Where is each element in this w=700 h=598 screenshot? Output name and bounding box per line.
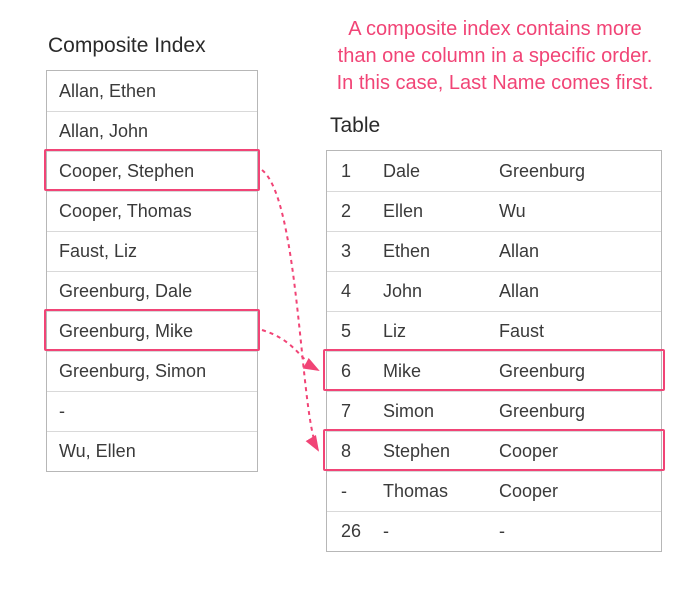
table-row: - Thomas Cooper [327,471,661,511]
first-name: Liz [375,321,495,342]
last-name: Greenburg [495,161,661,182]
table-row: 1 Dale Greenburg [327,151,661,191]
table-row: 7 Simon Greenburg [327,391,661,431]
last-name: Greenburg [495,401,661,422]
caption-line: A composite index contains more [348,18,642,40]
table-row: 26 - - [327,511,661,551]
last-name: - [495,521,661,542]
index-row: Faust, Liz [47,231,257,271]
row-number: 1 [327,161,375,182]
explanation-caption: A composite index contains more than one… [310,16,680,97]
row-number: 3 [327,241,375,262]
index-entry: Wu, Ellen [59,441,136,462]
row-number: 26 [327,521,375,542]
table-row: 8 Stephen Cooper [327,431,661,471]
table-row: 2 Ellen Wu [327,191,661,231]
row-number: 5 [327,321,375,342]
row-number: 7 [327,401,375,422]
first-name: Mike [375,361,495,382]
first-name: Ethen [375,241,495,262]
row-number: 2 [327,201,375,222]
data-table: 1 Dale Greenburg 2 Ellen Wu 3 Ethen Alla… [326,150,662,552]
row-number: 4 [327,281,375,302]
row-number: - [327,481,375,502]
index-entry: Allan, John [59,121,148,142]
last-name: Allan [495,241,661,262]
index-entry: - [59,401,65,422]
index-row: Greenburg, Dale [47,271,257,311]
table-row: 5 Liz Faust [327,311,661,351]
index-row: Allan, Ethen [47,71,257,111]
table-row: 6 Mike Greenburg [327,351,661,391]
index-entry: Cooper, Stephen [59,161,194,182]
last-name: Greenburg [495,361,661,382]
composite-index-title: Composite Index [48,34,206,58]
last-name: Allan [495,281,661,302]
first-name: - [375,521,495,542]
index-row: Wu, Ellen [47,431,257,471]
first-name: Thomas [375,481,495,502]
first-name: Dale [375,161,495,182]
composite-index-list: Allan, Ethen Allan, John Cooper, Stephen… [46,70,258,472]
index-row: Cooper, Stephen [47,151,257,191]
index-entry: Greenburg, Dale [59,281,192,302]
caption-line: than one column in a specific order. [338,45,653,67]
index-entry: Greenburg, Simon [59,361,206,382]
index-entry: Allan, Ethen [59,81,156,102]
index-entry: Greenburg, Mike [59,321,193,342]
index-entry: Faust, Liz [59,241,137,262]
last-name: Wu [495,201,661,222]
index-row: Greenburg, Simon [47,351,257,391]
row-number: 6 [327,361,375,382]
index-row: Greenburg, Mike [47,311,257,351]
table-row: 3 Ethen Allan [327,231,661,271]
caption-line: In this case, Last Name comes first. [337,72,654,94]
table-title: Table [330,114,380,138]
first-name: John [375,281,495,302]
table-row: 4 John Allan [327,271,661,311]
index-row: Cooper, Thomas [47,191,257,231]
first-name: Simon [375,401,495,422]
first-name: Ellen [375,201,495,222]
row-number: 8 [327,441,375,462]
index-row: - [47,391,257,431]
last-name: Faust [495,321,661,342]
last-name: Cooper [495,441,661,462]
index-entry: Cooper, Thomas [59,201,192,222]
first-name: Stephen [375,441,495,462]
last-name: Cooper [495,481,661,502]
index-row: Allan, John [47,111,257,151]
